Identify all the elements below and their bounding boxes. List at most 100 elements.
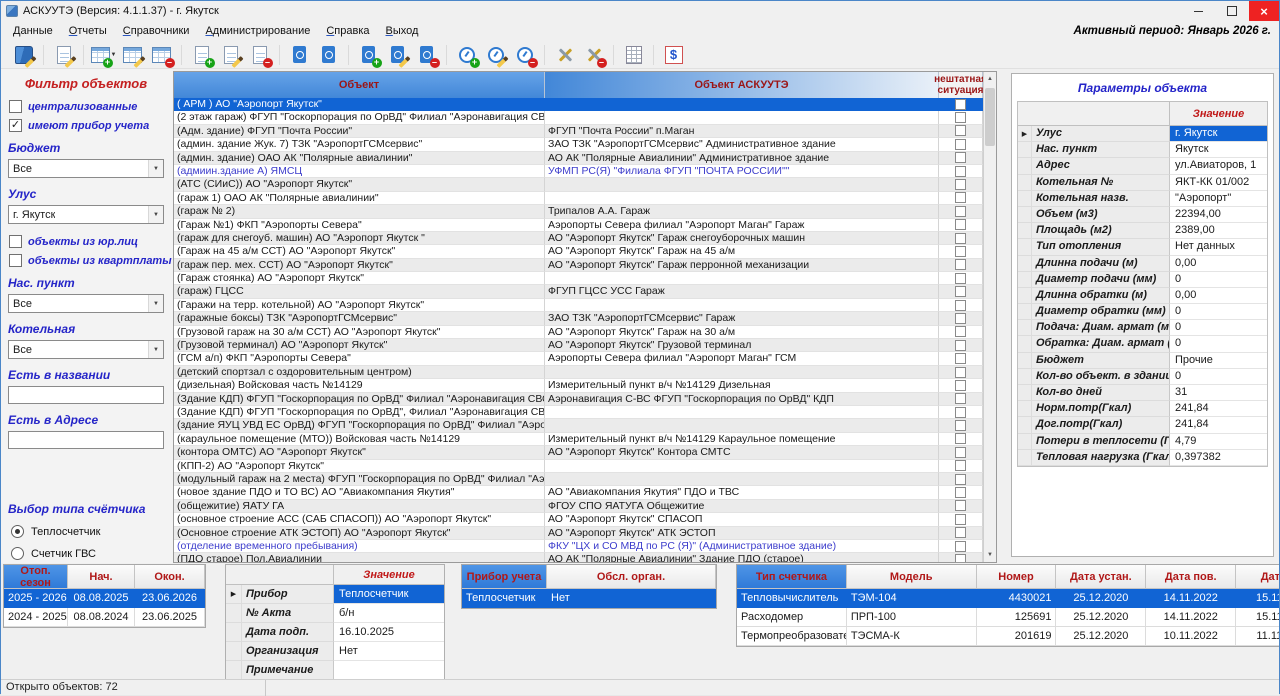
- askuute-cell[interactable]: АО "Аэропорт Якутск" СПАСОП: [545, 513, 939, 526]
- object-cell[interactable]: (Гараж на 45 а/м ССТ) АО "Аэропорт Якутс…: [174, 245, 545, 258]
- object-cell[interactable]: (ПДО старое) Пол.Авиалинии: [174, 553, 545, 562]
- askuute-cell[interactable]: [545, 98, 939, 111]
- param-value[interactable]: 0: [1170, 304, 1267, 320]
- emergency-cell[interactable]: [939, 393, 983, 406]
- gvs-meter-radio[interactable]: [11, 547, 24, 560]
- table-row[interactable]: (здание ЯУЦ УВД ЕС ОрВД) ФГУП "Госкорпор…: [174, 419, 996, 432]
- emergency-cell[interactable]: [939, 473, 983, 486]
- table-row[interactable]: (гаражные боксы) ТЗК "АэропортГСМсервис"…: [174, 312, 996, 325]
- emergency-checkbox[interactable]: [955, 554, 966, 562]
- emergency-cell[interactable]: [939, 98, 983, 111]
- param-value[interactable]: 0: [1170, 369, 1267, 385]
- column-header[interactable]: Дата пов.: [1146, 565, 1236, 589]
- centralized-checkbox-row[interactable]: централизованные: [9, 100, 163, 113]
- emergency-cell[interactable]: [939, 406, 983, 419]
- param-row[interactable]: Диаметр подачи (мм)0: [1018, 272, 1267, 288]
- object-cell[interactable]: (Адм. здание) ФГУП "Почта России": [174, 125, 545, 138]
- repair-tools-delete-button[interactable]: [580, 42, 607, 67]
- object-cell[interactable]: (Грузовой терминал) АО "Аэропорт Якутск": [174, 339, 545, 352]
- object-cell[interactable]: (Гараж №1) ФКП "Аэропорты Севера": [174, 219, 545, 232]
- param-value[interactable]: 241,84: [1170, 401, 1267, 417]
- emergency-cell[interactable]: [939, 245, 983, 258]
- askuute-cell[interactable]: Аэропорты Севера филиал "Аэропорт Маган"…: [545, 219, 939, 232]
- object-cell[interactable]: (новое здание ПДО и ТО ВС) АО "Авиакомпа…: [174, 486, 545, 499]
- table-row[interactable]: ТепловычислительТЭМ-104443002125.12.2020…: [737, 589, 1279, 608]
- param-value[interactable]: 0: [1170, 272, 1267, 288]
- table-row[interactable]: ТермопреобразовательТЭСМА-К20161925.12.2…: [737, 627, 1279, 646]
- column-header[interactable]: Обсл. орган.: [547, 565, 716, 589]
- emergency-cell[interactable]: [939, 352, 983, 365]
- param-value[interactable]: 4,79: [1170, 434, 1267, 450]
- askuute-cell[interactable]: ФГУП ГЦСС УСС Гараж: [545, 285, 939, 298]
- cell[interactable]: 2024 - 2025: [4, 608, 68, 627]
- emergency-cell[interactable]: [939, 312, 983, 325]
- table-row[interactable]: (админ. здание Жук. 7) ТЗК "АэропортГСМс…: [174, 138, 996, 151]
- device-prop-row[interactable]: Примечание: [226, 661, 444, 679]
- ulus-select[interactable]: г. Якутск ▼: [8, 205, 164, 224]
- table-row[interactable]: ( АРМ ) АО "Аэропорт Якутск": [174, 98, 996, 111]
- meter-add-button[interactable]: [453, 42, 480, 67]
- param-value[interactable]: 0: [1170, 336, 1267, 352]
- param-row[interactable]: Тепловая нагрузка (Гкал/ч)0,397382: [1018, 450, 1267, 466]
- param-value[interactable]: ЯКТ-КК 01/002: [1170, 175, 1267, 191]
- param-value[interactable]: 0: [1170, 320, 1267, 336]
- close-button[interactable]: ×: [1249, 1, 1279, 21]
- askuute-cell[interactable]: АО "Авиакомпания Якутия" ПДО и ТВС: [545, 486, 939, 499]
- table-row[interactable]: (адмиин.здание А) ЯМСЦУФМП РС(Я) "Филиал…: [174, 165, 996, 178]
- readings-card-alt-button[interactable]: [315, 42, 342, 67]
- object-cell[interactable]: (гаражные боксы) ТЗК "АэропортГСМсервис": [174, 312, 545, 325]
- object-cell[interactable]: (дизельная) Войсковая часть №14129: [174, 379, 545, 392]
- emergency-cell[interactable]: [939, 446, 983, 459]
- tariff-button[interactable]: [660, 42, 687, 67]
- radio-gvs-meter[interactable]: Счетчик ГВС: [11, 547, 161, 560]
- object-cell[interactable]: (Гараж стоянка) АО "Аэропорт Якутск": [174, 272, 545, 285]
- emergency-checkbox[interactable]: [955, 179, 966, 190]
- table-row[interactable]: (Адм. здание) ФГУП "Почта России"ФГУП "П…: [174, 125, 996, 138]
- emergency-cell[interactable]: [939, 205, 983, 218]
- period-add-button[interactable]: ▼: [90, 42, 117, 67]
- emergency-checkbox[interactable]: [955, 233, 966, 244]
- emergency-cell[interactable]: [939, 460, 983, 473]
- table-row[interactable]: (Грузовой гараж на 30 а/м ССТ) АО "Аэроп…: [174, 326, 996, 339]
- emergency-checkbox[interactable]: [955, 500, 966, 511]
- cell[interactable]: 201619: [977, 627, 1057, 646]
- object-cell[interactable]: (общежитие) ЯАТУ ГА: [174, 500, 545, 513]
- emergency-checkbox[interactable]: [955, 527, 966, 538]
- emergency-cell[interactable]: [939, 379, 983, 392]
- emergency-checkbox[interactable]: [955, 286, 966, 297]
- table-row[interactable]: (дизельная) Войсковая часть №14129Измери…: [174, 379, 996, 392]
- object-cell[interactable]: (караульное помещение (МТО)) Войсковая ч…: [174, 433, 545, 446]
- device-delete-button[interactable]: [413, 42, 440, 67]
- device-prop-value[interactable]: б/н: [334, 604, 444, 623]
- table-row[interactable]: (гараж 1) ОАО АК "Полярные авиалинии": [174, 192, 996, 205]
- askuute-cell[interactable]: Аэронавигация С-ВС ФГУП "Госкорпорация п…: [545, 393, 939, 406]
- emergency-checkbox[interactable]: [955, 460, 966, 471]
- emergency-cell[interactable]: [939, 553, 983, 562]
- menu-item-отчеты[interactable]: Отчеты: [61, 23, 115, 39]
- askuute-cell[interactable]: [545, 366, 939, 379]
- cell[interactable]: Расходомер: [737, 608, 847, 627]
- cell[interactable]: 10.11.2022: [1146, 627, 1236, 646]
- registry-button[interactable]: [620, 42, 647, 67]
- emergency-checkbox[interactable]: [955, 367, 966, 378]
- emergency-cell[interactable]: [939, 527, 983, 540]
- emergency-checkbox[interactable]: [955, 192, 966, 203]
- param-value[interactable]: 31: [1170, 385, 1267, 401]
- scroll-down-icon[interactable]: ▼: [984, 548, 996, 562]
- device-prop-row[interactable]: ▶ПриборТеплосчетчик: [226, 585, 444, 604]
- param-value[interactable]: Нет данных: [1170, 239, 1267, 255]
- table-row[interactable]: 2025 - 202608.08.202523.06.2026: [4, 589, 205, 608]
- device-prop-row[interactable]: № Актаб/н: [226, 604, 444, 623]
- emergency-cell[interactable]: [939, 486, 983, 499]
- table-row[interactable]: (ГСМ а/п) ФКП "Аэропорты Севера"Аэропорт…: [174, 352, 996, 365]
- emergency-checkbox[interactable]: [955, 433, 966, 444]
- param-row[interactable]: Дог.потр(Гкал)241,84: [1018, 417, 1267, 433]
- table-row[interactable]: (ПДО старое) Пол.АвиалинииАО АК "Полярны…: [174, 553, 996, 562]
- table-row[interactable]: (контора ОМТС) АО "Аэропорт Якутск"АО "А…: [174, 446, 996, 459]
- object-cell[interactable]: (здание ЯУЦ УВД ЕС ОрВД) ФГУП "Госкорпор…: [174, 419, 545, 432]
- cell[interactable]: 23.06.2026: [135, 589, 205, 608]
- table-row[interactable]: (отделение временного пребывания)ФКУ "ЦХ…: [174, 540, 996, 553]
- emergency-cell[interactable]: [939, 272, 983, 285]
- emergency-cell[interactable]: [939, 219, 983, 232]
- table-row[interactable]: (детский спортзал с оздоровительным цент…: [174, 366, 996, 379]
